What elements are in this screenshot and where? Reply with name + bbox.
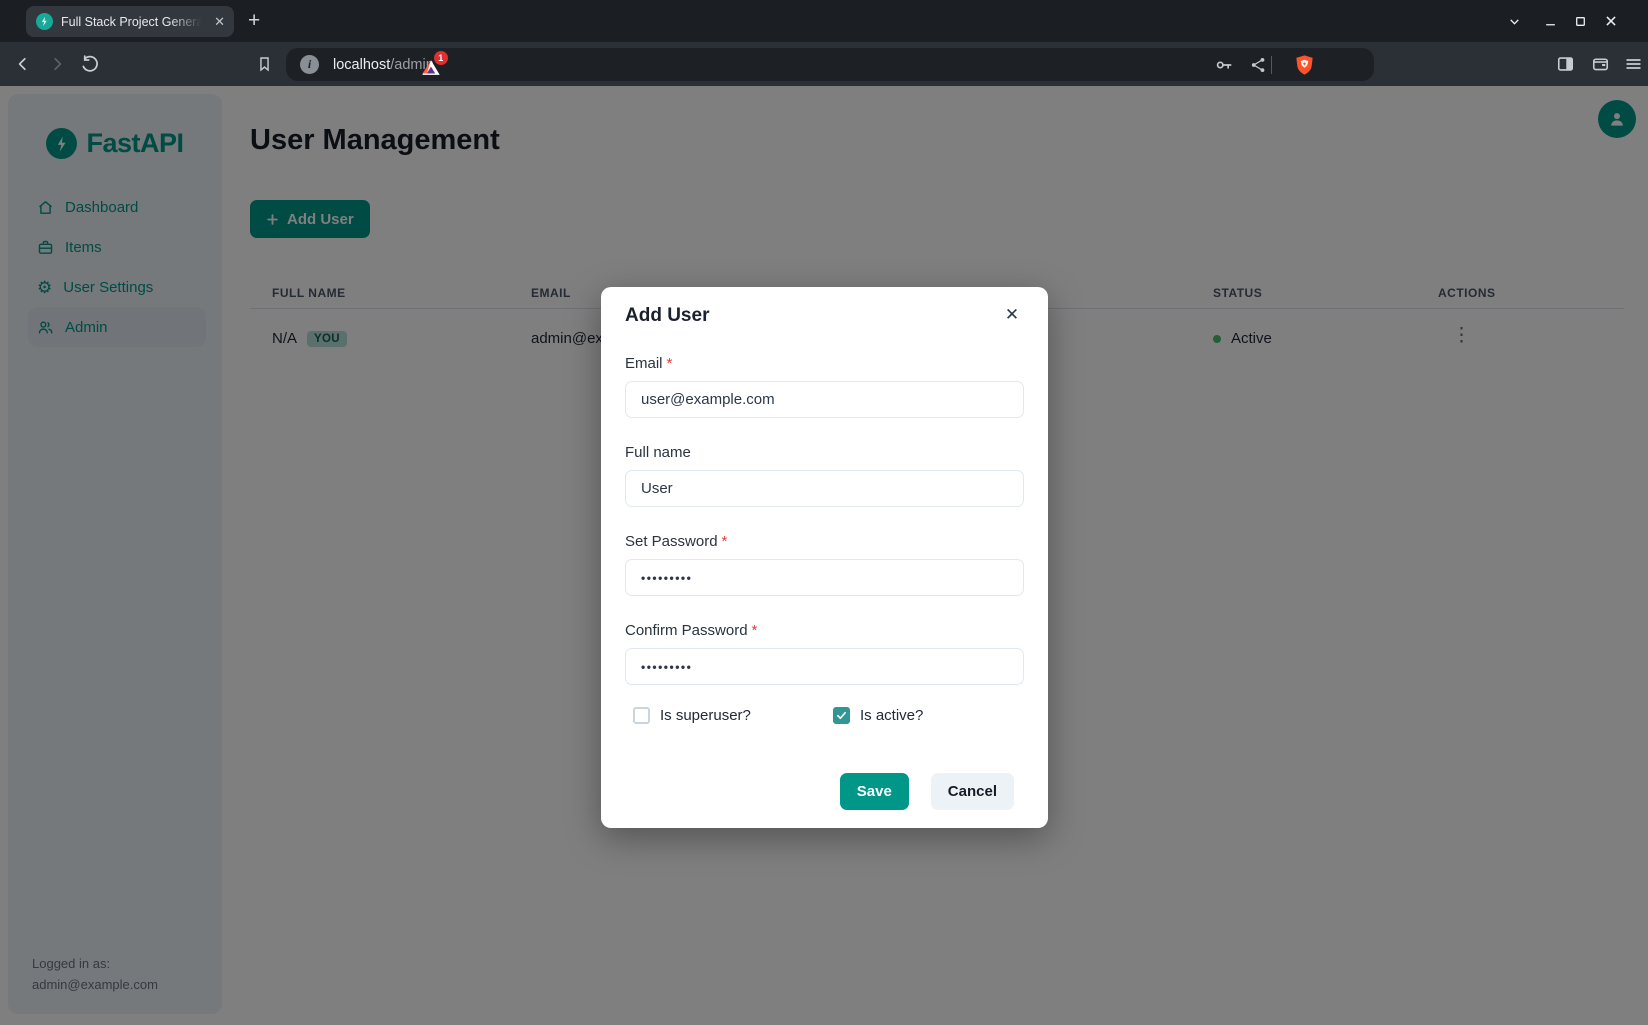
full-name-field-group: Full name — [625, 444, 1024, 507]
password-key-icon[interactable] — [1214, 55, 1234, 75]
modal-title: Add User — [625, 305, 1024, 327]
cancel-button[interactable]: Cancel — [931, 773, 1014, 810]
brave-shield-icon[interactable] — [1293, 53, 1316, 76]
sidebar-toggle-icon[interactable] — [1556, 55, 1575, 74]
required-asterisk: * — [752, 622, 758, 639]
menu-hamburger-icon[interactable] — [1624, 55, 1643, 74]
tab-close-icon[interactable]: ✕ — [214, 15, 225, 28]
confirm-password-field[interactable] — [625, 648, 1024, 685]
is-active-option[interactable]: Is active? — [833, 707, 923, 724]
is-superuser-checkbox[interactable] — [633, 707, 650, 724]
brave-rewards-icon[interactable]: 1 — [418, 55, 444, 81]
set-password-field[interactable] — [625, 559, 1024, 596]
browser-toolbar: i localhost/admin 1 — [0, 42, 1648, 86]
confirm-password-label: Confirm Password* — [625, 622, 1024, 640]
tab-search-chevron-icon[interactable] — [1502, 10, 1526, 32]
full-name-label: Full name — [625, 444, 1024, 462]
window-maximize-button[interactable] — [1568, 10, 1592, 32]
set-password-label: Set Password* — [625, 533, 1024, 551]
bookmark-icon[interactable] — [256, 56, 273, 73]
rewards-badge: 1 — [434, 51, 448, 65]
toolbar-divider — [1271, 56, 1272, 74]
set-password-field-group: Set Password* — [625, 533, 1024, 596]
required-asterisk: * — [667, 355, 673, 372]
browser-tab-strip: Full Stack Project Genera ✕ + — [0, 0, 1648, 42]
fastapi-favicon-icon — [36, 13, 53, 30]
share-icon[interactable] — [1249, 55, 1268, 74]
forward-button-icon[interactable] — [48, 55, 66, 73]
window-close-button[interactable] — [1599, 10, 1623, 32]
is-active-label: Is active? — [860, 707, 923, 724]
email-label: Email* — [625, 355, 1024, 373]
wallet-icon[interactable] — [1591, 55, 1610, 74]
email-field-group: Email* — [625, 355, 1024, 418]
confirm-password-field-group: Confirm Password* — [625, 622, 1024, 685]
full-name-field[interactable] — [625, 470, 1024, 507]
new-tab-button[interactable]: + — [248, 8, 260, 34]
save-button[interactable]: Save — [840, 773, 909, 810]
reload-button-icon[interactable] — [80, 55, 99, 74]
checkmark-icon — [836, 710, 847, 721]
back-button-icon[interactable] — [14, 55, 32, 73]
required-asterisk: * — [722, 533, 728, 550]
is-superuser-option[interactable]: Is superuser? — [633, 707, 751, 724]
modal-close-icon[interactable]: ✕ — [1000, 303, 1024, 327]
is-active-checkbox[interactable] — [833, 707, 850, 724]
url-host: localhost — [333, 57, 390, 73]
site-info-icon[interactable]: i — [300, 55, 319, 74]
url-bar[interactable]: i localhost/admin 1 — [286, 48, 1374, 81]
window-minimize-button[interactable] — [1538, 10, 1562, 32]
tab-title: Full Stack Project Genera — [61, 15, 206, 29]
add-user-modal: Add User ✕ Email* Full name Set Password… — [601, 287, 1048, 828]
email-field[interactable] — [625, 381, 1024, 418]
modal-button-row: Save Cancel — [840, 773, 1014, 810]
browser-tab[interactable]: Full Stack Project Genera ✕ — [26, 6, 234, 37]
modal-checkbox-row: Is superuser? Is active? — [625, 707, 1024, 727]
is-superuser-label: Is superuser? — [660, 707, 751, 724]
